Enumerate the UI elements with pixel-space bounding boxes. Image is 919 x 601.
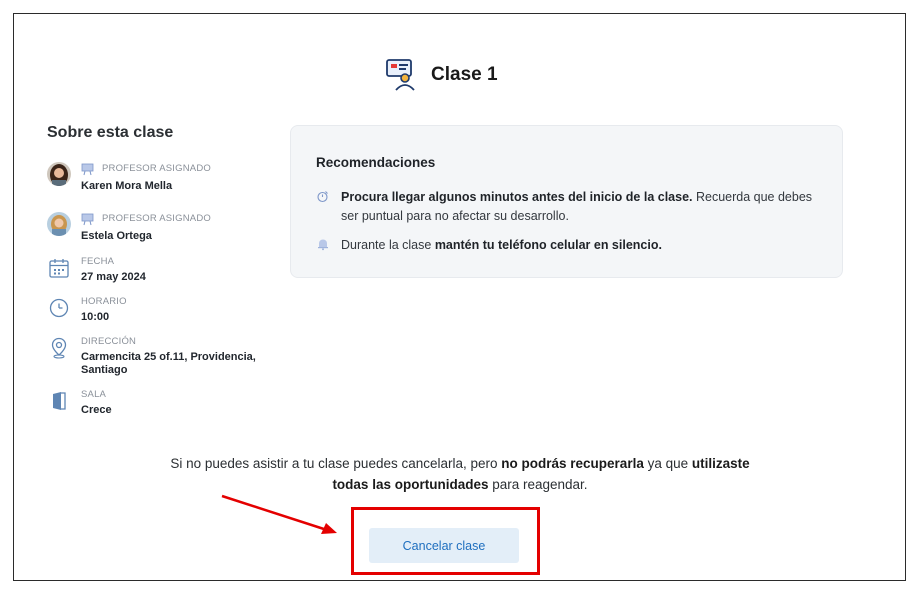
address-line-1: Carmencita 25 of.11, Providencia, xyxy=(81,351,256,363)
date-value: 27 may 2024 xyxy=(81,271,146,283)
clock-icon xyxy=(49,298,69,318)
address-label: DIRECCIÓN xyxy=(81,336,137,347)
recommendation-bold: mantén tu teléfono celular en silencio. xyxy=(434,238,662,252)
teacher-name: Karen Mora Mella xyxy=(81,180,173,192)
door-icon xyxy=(53,392,66,410)
about-heading: Sobre esta clase xyxy=(47,124,174,141)
recommendations-card: Recomendaciones Procura llegar algunos m… xyxy=(290,125,843,278)
address-item: DIRECCIÓN Carmencita 25 of.11, Providenc… xyxy=(47,336,287,376)
notice-text-3: para reagendar. xyxy=(488,477,588,492)
annotation-arrow xyxy=(221,494,337,534)
room-label: SALA xyxy=(81,389,107,400)
recommendation-text: Durante la clase mantén tu teléfono celu… xyxy=(341,236,831,255)
room-value: Crece xyxy=(81,404,112,416)
date-item: FECHA 27 may 2024 xyxy=(47,256,287,300)
page-header: Clase 1 xyxy=(383,57,498,93)
avatar xyxy=(47,212,71,236)
teacher-label: PROFESOR ASIGNADO xyxy=(102,213,211,224)
teacher-name: Estela Ortega xyxy=(81,230,152,242)
address-line-2: Santiago xyxy=(81,364,128,376)
address-value: Carmencita 25 of.11, Providencia, Santia… xyxy=(81,351,291,377)
teacher-label: PROFESOR ASIGNADO xyxy=(102,163,211,174)
recommendation-text: Procura llegar algunos minutos antes del… xyxy=(341,188,831,226)
date-label: FECHA xyxy=(81,256,115,267)
notice-bold-2a: utilizaste xyxy=(691,456,750,471)
time-label: HORARIO xyxy=(81,296,127,307)
cancel-class-button[interactable]: Cancelar clase xyxy=(369,528,519,563)
recommendation-pre: Durante la clase xyxy=(341,238,435,252)
page-title: Clase 1 xyxy=(431,64,498,85)
teacher-presentation-icon xyxy=(386,59,415,91)
calendar-icon xyxy=(49,259,69,278)
notice-text-1: Si no puedes asistir a tu clase puedes c… xyxy=(170,456,502,471)
bell-icon xyxy=(318,239,328,251)
teacher-item: PROFESOR ASIGNADO Karen Mora Mella xyxy=(47,162,287,206)
teacher-item: PROFESOR ASIGNADO Estela Ortega xyxy=(47,212,287,256)
recommendations-title: Recomendaciones xyxy=(316,155,436,170)
notice-bold-1: no podrás recuperarla xyxy=(501,456,644,471)
notice-text-2: ya que xyxy=(643,456,692,471)
notice-bold-2b: todas las oportunidades xyxy=(332,477,489,492)
room-item: SALA Crece xyxy=(47,389,287,433)
board-icon xyxy=(81,213,94,226)
location-pin-icon xyxy=(51,337,67,359)
recommendation-bold: Procura llegar algunos minutos antes del… xyxy=(341,190,693,204)
time-value: 10:00 xyxy=(81,311,110,323)
avatar xyxy=(47,162,71,186)
stopwatch-icon xyxy=(317,191,328,203)
time-item: HORARIO 10:00 xyxy=(47,296,287,340)
board-icon xyxy=(81,163,94,176)
